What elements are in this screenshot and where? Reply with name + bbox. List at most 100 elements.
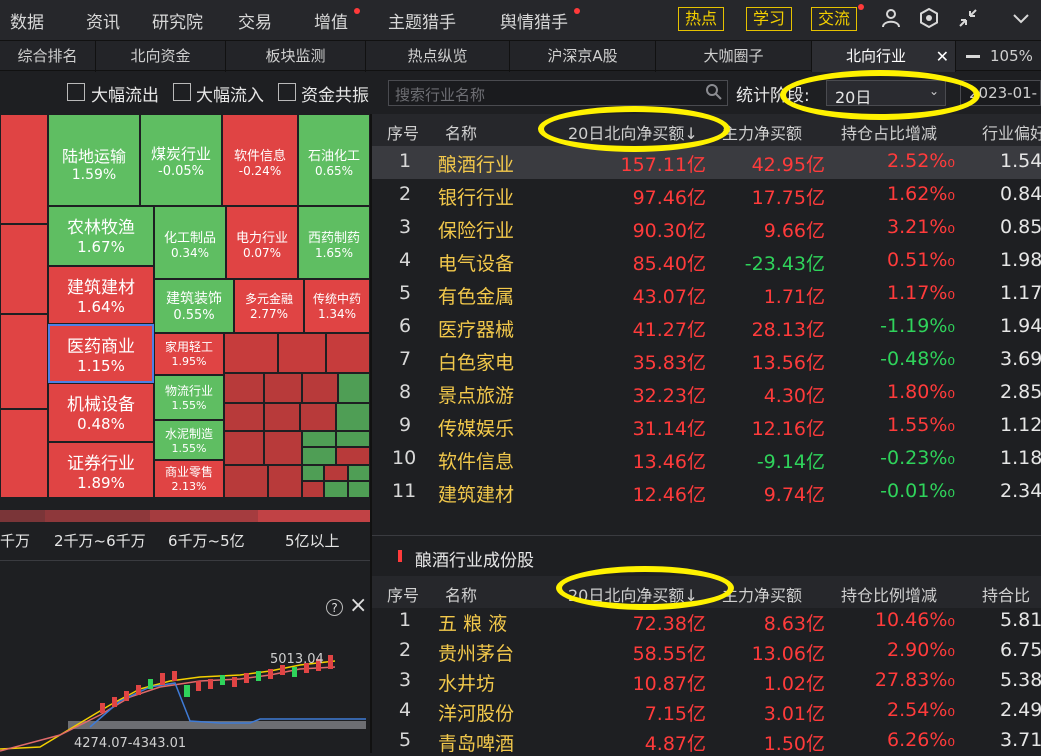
nav-trade[interactable]: 交易	[238, 8, 272, 33]
row-name[interactable]: 医疗器械	[438, 315, 514, 342]
learn-button[interactable]: 学习	[746, 7, 793, 31]
table-row[interactable]: 7 白色家电 35.83亿 13.56亿 -0.48%₀ 3.69	[372, 344, 1041, 377]
row-name[interactable]: 建筑建材	[438, 480, 514, 507]
treemap-cell-small[interactable]	[224, 403, 264, 431]
search-icon[interactable]	[705, 83, 723, 105]
nav-theme-hunter[interactable]: 主题猎手	[388, 8, 456, 33]
settings-hex-icon[interactable]	[918, 7, 940, 30]
close-icon[interactable]: ✕	[936, 41, 949, 72]
table-row[interactable]: 10 软件信息 13.46亿 -9.14亿 -0.23%₀ 1.18	[372, 443, 1041, 476]
tab-hot-overview[interactable]: 热点纵览	[366, 41, 510, 72]
table-row[interactable]: 2 银行行业 97.46亿 17.75亿 1.62%₀ 0.84	[372, 179, 1041, 212]
treemap-cell-商业零售[interactable]: 商业零售 2.13%	[154, 460, 224, 498]
treemap-cell-small[interactable]	[324, 465, 348, 481]
treemap-cell-small[interactable]	[224, 333, 278, 373]
col-holding-ratio[interactable]: 持合比	[982, 582, 1030, 606]
treemap-cell-石油化工[interactable]: 石油化工 0.65%	[298, 114, 370, 206]
col-index[interactable]: 序号	[387, 120, 419, 144]
treemap-cell-small[interactable]	[302, 465, 324, 481]
treemap-cell-small[interactable]	[224, 465, 268, 498]
treemap-cell-small[interactable]	[264, 431, 302, 465]
row-name[interactable]: 贵州茅台	[438, 639, 514, 666]
row-name[interactable]: 银行行业	[438, 183, 514, 210]
treemap-cell-西药制药[interactable]: 西药制药 1.65%	[298, 206, 370, 279]
checkbox-fund-resonance[interactable]	[278, 83, 296, 101]
row-name[interactable]: 水井坊	[438, 669, 495, 696]
tab-northbound-funds[interactable]: 北向资金	[96, 41, 226, 72]
col-index[interactable]: 序号	[387, 582, 419, 606]
treemap-cell-陆地运输[interactable]: 陆地运输 1.59%	[48, 114, 140, 206]
nav-news[interactable]: 资讯	[86, 8, 120, 33]
table-row[interactable]: 8 景点旅游 32.23亿 4.30亿 1.80%₀ 2.85	[372, 377, 1041, 410]
nav-sentiment-hunter[interactable]: 舆情猎手	[500, 8, 568, 33]
treemap-cell-small[interactable]	[302, 481, 324, 498]
treemap-cell-传统中药[interactable]: 传统中药 1.34%	[304, 279, 370, 333]
table-row[interactable]: 3 保险行业 90.30亿 9.66亿 3.21%₀ 0.85	[372, 212, 1041, 245]
table-row[interactable]: 4 洋河股份 7.15亿 3.01亿 2.54%₀ 2.49	[372, 696, 1041, 726]
collapse-icon[interactable]	[957, 8, 979, 30]
table-row[interactable]: 2 贵州茅台 58.55亿 13.06亿 2.90%₀ 6.75	[372, 636, 1041, 666]
treemap-cell-small[interactable]	[224, 373, 264, 403]
col-name[interactable]: 名称	[445, 120, 477, 144]
help-icon[interactable]: ?	[326, 599, 343, 616]
row-name[interactable]: 五 粮 液	[438, 609, 507, 636]
row-name[interactable]: 有色金属	[438, 282, 514, 309]
treemap-cell[interactable]	[0, 409, 48, 498]
treemap-cell-多元金融[interactable]: 多元金融 2.77%	[234, 279, 304, 333]
treemap-cell-small[interactable]	[348, 465, 370, 481]
treemap-cell-证券行业[interactable]: 证券行业 1.89%	[48, 442, 154, 498]
close-icon[interactable]: ×	[349, 593, 367, 618]
col-industry-preference[interactable]: 行业偏好	[982, 120, 1041, 144]
treemap-cell[interactable]	[0, 314, 48, 409]
communicate-button[interactable]: 交流	[811, 7, 858, 31]
treemap-cell-电力行业[interactable]: 电力行业 0.07%	[226, 206, 298, 279]
user-icon[interactable]	[880, 8, 902, 30]
treemap-cell-small[interactable]	[278, 333, 326, 373]
table-row[interactable]: 9 传媒娱乐 31.14亿 12.16亿 1.55%₀ 1.12	[372, 410, 1041, 443]
tab-sector-monitor[interactable]: 板块监测	[226, 41, 366, 72]
nav-data[interactable]: 数据	[10, 8, 44, 33]
table-row[interactable]: 1 酿酒行业 157.11亿 42.95亿 2.52%₀ 1.54	[372, 146, 1041, 179]
treemap-cell-small[interactable]	[302, 447, 336, 465]
zoom-out-icon[interactable]	[966, 55, 980, 58]
treemap-cell-small[interactable]	[324, 481, 348, 498]
treemap-cell-农林牧渔[interactable]: 农林牧渔 1.67%	[48, 206, 154, 266]
treemap-cell-small[interactable]	[224, 431, 264, 465]
tab-expert-circle[interactable]: 大咖圈子	[656, 41, 812, 72]
treemap-cell[interactable]	[0, 114, 48, 224]
table-row[interactable]: 6 医疗器械 41.27亿 28.13亿 -1.19%₀ 1.94	[372, 311, 1041, 344]
treemap-cell-医药商业[interactable]: 医药商业 1.15%	[48, 324, 154, 383]
treemap-cell-家用轻工[interactable]: 家用轻工 1.95%	[154, 333, 224, 375]
tab-a-shares[interactable]: 沪深京A股	[510, 41, 656, 72]
row-name[interactable]: 传媒娱乐	[438, 414, 514, 441]
col-name[interactable]: 名称	[445, 582, 477, 606]
treemap-cell-物流行业[interactable]: 物流行业 1.55%	[154, 375, 224, 420]
col-main-net-buy[interactable]: 主力净买额	[722, 120, 802, 144]
treemap-cell-small[interactable]	[264, 373, 302, 403]
col-main-net-buy[interactable]: 主力净买额	[722, 582, 802, 606]
treemap-cell-建筑装饰[interactable]: 建筑装饰 0.55%	[154, 279, 234, 333]
treemap-cell-水泥制造[interactable]: 水泥制造 1.55%	[154, 420, 224, 460]
treemap-cell-软件信息[interactable]: 软件信息 -0.24%	[222, 114, 298, 206]
row-name[interactable]: 景点旅游	[438, 381, 514, 408]
table-row[interactable]: 5 青岛啤酒 4.87亿 1.50亿 6.26%₀ 3.71	[372, 726, 1041, 756]
table-row[interactable]: 3 水井坊 10.87亿 1.02亿 27.83%₀ 5.38	[372, 666, 1041, 696]
checkbox-large-outflow[interactable]	[67, 83, 85, 101]
treemap-cell-small[interactable]	[336, 431, 370, 447]
chevron-down-icon[interactable]	[1010, 8, 1032, 30]
treemap-cell-small[interactable]	[300, 403, 336, 431]
row-name[interactable]: 保险行业	[438, 216, 514, 243]
treemap-cell-small[interactable]	[348, 481, 370, 498]
treemap-cell-small[interactable]	[336, 447, 370, 465]
nav-research[interactable]: 研究院	[152, 8, 203, 33]
hot-button[interactable]: 热点	[678, 7, 725, 31]
treemap-cell-建筑建材[interactable]: 建筑建材 1.64%	[48, 266, 154, 324]
col-holding-change[interactable]: 持仓比例增减	[841, 582, 937, 606]
treemap-cell-化工制品[interactable]: 化工制品 0.34%	[154, 206, 226, 279]
checkbox-large-inflow[interactable]	[173, 83, 191, 101]
treemap-cell-small[interactable]	[302, 431, 336, 447]
nav-value-added[interactable]: 增值	[314, 8, 348, 33]
treemap-cell-small[interactable]	[268, 465, 302, 498]
table-row[interactable]: 4 电气设备 85.40亿 -23.43亿 0.51%₀ 1.98	[372, 245, 1041, 278]
treemap-cell-small[interactable]	[336, 403, 370, 431]
